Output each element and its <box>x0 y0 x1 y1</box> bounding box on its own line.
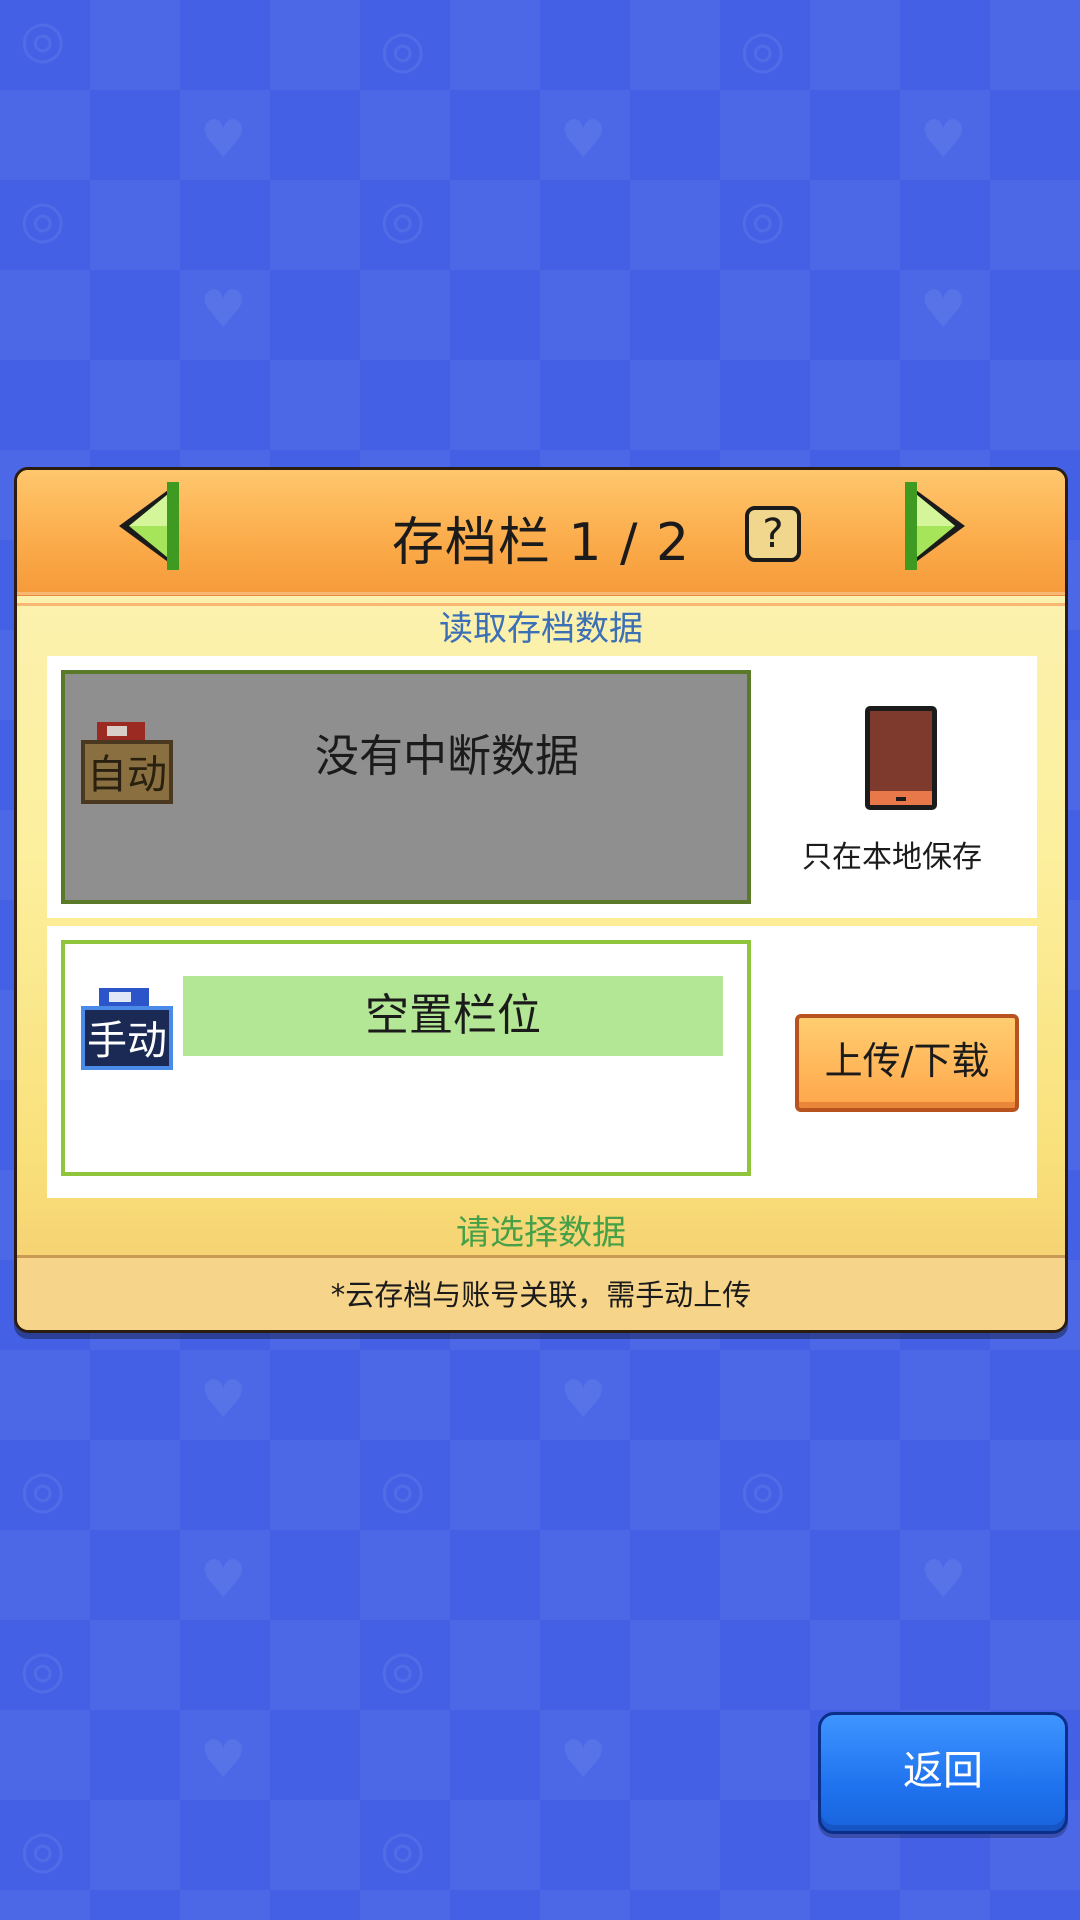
background-pattern: ♥ <box>200 1550 247 1610</box>
select-data-label: 请选择数据 <box>456 1213 626 1253</box>
question-mark-icon[interactable]: ? <box>745 506 801 562</box>
svg-text:手动: 手动 <box>87 1018 167 1064</box>
background-pattern: ◎ <box>20 1640 66 1700</box>
manual-save-icon: 手动 <box>81 988 173 1070</box>
background-pattern: ♥ <box>560 1730 607 1790</box>
background-pattern: ♥ <box>560 1370 607 1430</box>
back-button[interactable]: 返回 <box>818 1712 1068 1834</box>
right-arrow-icon[interactable] <box>899 478 969 578</box>
background-pattern: ♥ <box>200 280 247 340</box>
background-pattern: ♥ <box>200 1730 247 1790</box>
save-panel-manual: 手动 空置栏位 上传/下载 <box>47 926 1037 1198</box>
empty-slot-label: 空置栏位 <box>183 976 723 1056</box>
save-slot-dialog: 存档栏 1 / 2 ? 读取存档数据 自动 没有中断数据 只在本地保存 手动 空… <box>14 467 1068 1333</box>
upload-download-button[interactable]: 上传/下载 <box>795 1014 1019 1112</box>
background-pattern: ♥ <box>920 1550 967 1610</box>
local-only-label: 只在本地保存 <box>802 840 982 875</box>
background-pattern: ♥ <box>560 110 607 170</box>
auto-save-slot[interactable]: 自动 没有中断数据 <box>61 670 751 904</box>
background-pattern: ◎ <box>20 1460 66 1520</box>
background-pattern: ◎ <box>20 1820 66 1880</box>
auto-save-icon: 自动 <box>81 722 173 804</box>
background-pattern: ◎ <box>380 1460 426 1520</box>
slot-page-title: 存档栏 1 / 2 <box>391 513 691 573</box>
svg-text:自动: 自动 <box>87 752 167 798</box>
background-pattern: ◎ <box>20 10 66 70</box>
background-pattern: ◎ <box>380 1820 426 1880</box>
dialog-header: 存档栏 1 / 2 ? <box>17 470 1065 606</box>
background-pattern: ♥ <box>200 1370 247 1430</box>
background-pattern: ♥ <box>200 110 247 170</box>
cloud-save-note: *云存档与账号关联，需手动上传 <box>330 1278 752 1312</box>
background-pattern: ◎ <box>380 1640 426 1700</box>
background-pattern: ◎ <box>380 190 426 250</box>
background-pattern: ♥ <box>920 110 967 170</box>
save-panel-auto: 自动 没有中断数据 只在本地保存 <box>47 656 1037 918</box>
background-pattern: ◎ <box>20 190 66 250</box>
slot-status-text: 没有中断数据 <box>315 731 579 782</box>
background-pattern: ◎ <box>740 20 786 80</box>
read-save-label: 读取存档数据 <box>439 609 643 649</box>
dialog-footer: *云存档与账号关联，需手动上传 <box>17 1255 1065 1330</box>
phone-icon <box>865 706 937 810</box>
background-pattern: ◎ <box>740 190 786 250</box>
background-pattern: ◎ <box>740 1460 786 1520</box>
background-pattern: ♥ <box>920 280 967 340</box>
manual-save-slot[interactable]: 手动 空置栏位 <box>61 940 751 1176</box>
background-pattern: ◎ <box>380 20 426 80</box>
